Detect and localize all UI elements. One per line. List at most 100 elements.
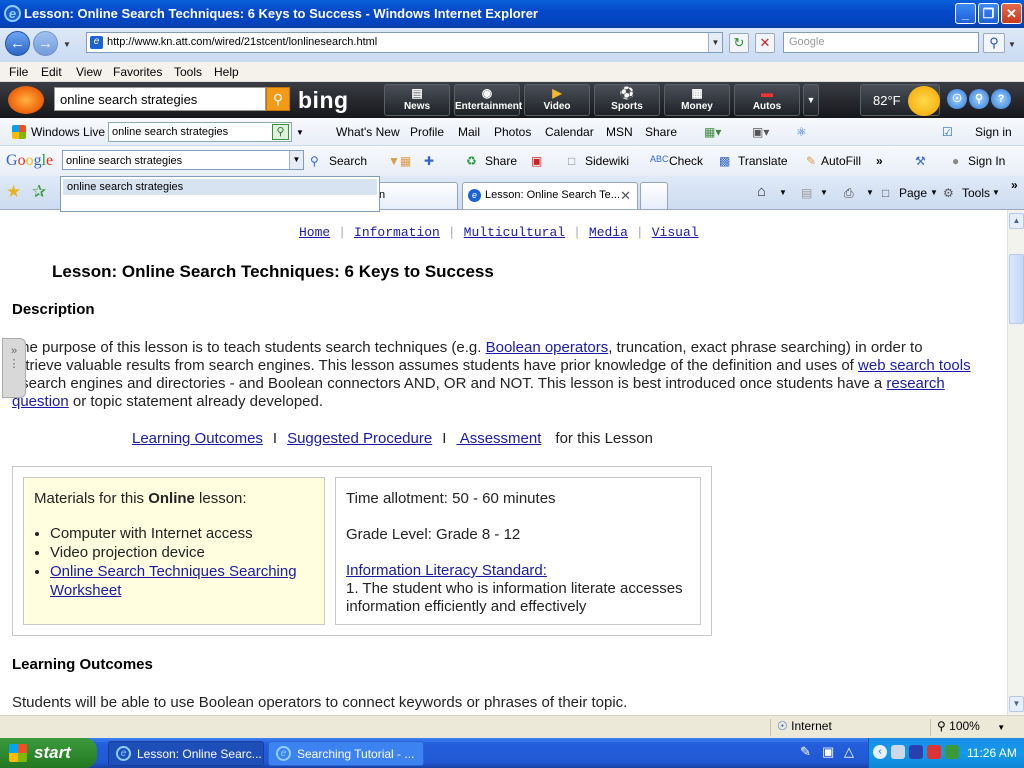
bing-tab-autos[interactable]: ▬ Autos bbox=[734, 84, 800, 116]
refresh-icon[interactable]: ↻ bbox=[729, 33, 749, 53]
add-favorites-icon[interactable]: ✰ bbox=[32, 182, 46, 202]
page-dropdown-icon[interactable]: ▼ bbox=[930, 188, 938, 197]
menu-help[interactable]: Help bbox=[214, 65, 239, 79]
suggested-procedure-link[interactable]: Suggested Procedure bbox=[287, 430, 432, 447]
google-translate-button[interactable]: Translate bbox=[738, 154, 788, 168]
search-box[interactable]: Google bbox=[783, 32, 979, 53]
msn-butterfly-icon[interactable] bbox=[8, 86, 44, 114]
history-dropdown-icon[interactable]: ▼ bbox=[60, 35, 74, 54]
google-search-input[interactable]: online search strategies ▼ bbox=[62, 150, 304, 170]
bing-more-dropdown-icon[interactable]: ▼ bbox=[803, 84, 819, 116]
google-settings-wrench-icon[interactable]: ⚒ bbox=[915, 154, 926, 168]
google-popup-blocker-icon[interactable]: ▣ bbox=[531, 154, 542, 168]
print-icon[interactable]: ⎙ bbox=[844, 186, 854, 201]
taskbar-item-searching-tutorial[interactable]: e Searching Tutorial - ... bbox=[268, 741, 424, 766]
feeds-icon[interactable]: ▤ bbox=[801, 186, 812, 200]
close-button[interactable]: ✕ bbox=[1001, 3, 1022, 24]
bing-tab-money[interactable]: ▦ Money bbox=[664, 84, 730, 116]
zoom-level[interactable]: ⚲ 100% ▼ bbox=[930, 719, 1020, 736]
bing-tab-video[interactable]: ▶ Video bbox=[524, 84, 590, 116]
new-tab-button[interactable] bbox=[640, 182, 668, 209]
bing-tab-news[interactable]: ▤ News bbox=[384, 84, 450, 116]
home-icon[interactable]: ⌂ bbox=[757, 183, 766, 200]
google-more-icon[interactable]: » bbox=[876, 154, 883, 168]
wl-link-mail[interactable]: Mail bbox=[458, 125, 480, 139]
tray-network-icon[interactable] bbox=[891, 745, 905, 759]
google-check-button[interactable]: Check bbox=[669, 154, 703, 168]
google-bookmark-icon[interactable]: ▼▦ bbox=[388, 154, 411, 168]
tools-menu[interactable]: Tools bbox=[962, 186, 990, 200]
bing-search-input[interactable]: online search strategies bbox=[54, 87, 266, 111]
google-sign-in[interactable]: Sign In bbox=[968, 154, 1005, 168]
tray-security-icon[interactable] bbox=[927, 745, 941, 759]
wl-checkbox-icon[interactable]: ☑ bbox=[942, 125, 953, 139]
nav-information[interactable]: Information bbox=[354, 225, 440, 240]
start-button[interactable]: start bbox=[0, 738, 97, 768]
information-literacy-standard-link[interactable]: Information Literacy Standard: bbox=[346, 562, 547, 579]
learning-outcomes-link[interactable]: Learning Outcomes bbox=[132, 430, 263, 447]
tools-dropdown-icon[interactable]: ▼ bbox=[992, 188, 1000, 197]
google-search-dropdown-icon[interactable]: ▼ bbox=[289, 151, 303, 169]
web-search-tools-link[interactable]: web search tools bbox=[858, 357, 971, 374]
assessment-link[interactable]: Assessment bbox=[456, 430, 542, 447]
zoom-dropdown-icon[interactable]: ▼ bbox=[997, 723, 1005, 732]
address-bar[interactable]: e http://www.kn.att.com/wired/21stcent/l… bbox=[86, 32, 723, 53]
quick-launch-icon[interactable]: ✎ bbox=[800, 744, 811, 760]
wl-link-msn[interactable]: MSN bbox=[606, 125, 633, 139]
tab-close-icon[interactable]: ✕ bbox=[620, 188, 631, 204]
tab-lesson-active[interactable]: e Lesson: Online Search Te... ✕ bbox=[462, 182, 638, 209]
windows-live-search-input[interactable]: online search strategies bbox=[108, 122, 292, 142]
home-dropdown-icon[interactable]: ▼ bbox=[779, 188, 787, 197]
scroll-down-icon[interactable]: ▼ bbox=[1009, 696, 1024, 712]
wl-translate-icon[interactable]: ⚛ bbox=[796, 125, 807, 139]
nav-media[interactable]: Media bbox=[589, 225, 628, 240]
search-options-icon[interactable]: ▼ bbox=[1005, 35, 1019, 54]
more-tools-icon[interactable]: » bbox=[1011, 178, 1018, 192]
search-icon[interactable]: ⚲ bbox=[983, 33, 1005, 53]
nav-visual[interactable]: Visual bbox=[652, 225, 699, 240]
globe-icon[interactable]: ☉ bbox=[947, 89, 967, 109]
google-share-button[interactable]: Share bbox=[485, 154, 517, 168]
bing-tab-sports[interactable]: ⚽ Sports bbox=[594, 84, 660, 116]
nav-home[interactable]: Home bbox=[299, 225, 330, 240]
help-icon[interactable]: ? bbox=[991, 89, 1011, 109]
bing-tab-entertainment[interactable]: ◉ Entertainment bbox=[454, 84, 522, 116]
tray-expand-icon[interactable]: ‹ bbox=[873, 745, 887, 759]
quick-launch-icon[interactable]: △ bbox=[844, 744, 854, 760]
taskbar-item-lesson[interactable]: e Lesson: Online Searc... bbox=[108, 741, 264, 766]
menu-view[interactable]: View bbox=[76, 65, 102, 79]
stop-icon[interactable]: ✕ bbox=[755, 33, 775, 53]
address-dropdown-icon[interactable]: ▼ bbox=[708, 33, 722, 52]
menu-favorites[interactable]: Favorites bbox=[113, 65, 162, 79]
google-search-button[interactable]: Search bbox=[329, 154, 367, 168]
windows-live-label[interactable]: Windows Live bbox=[31, 125, 105, 139]
suggestion-item[interactable]: online search strategies bbox=[63, 179, 377, 195]
google-autofill-button[interactable]: AutoFill bbox=[821, 154, 861, 168]
wl-link-calendar[interactable]: Calendar bbox=[545, 125, 594, 139]
back-button[interactable]: ← bbox=[5, 31, 30, 56]
wl-search-dropdown-icon[interactable]: ▼ bbox=[296, 128, 304, 137]
scroll-thumb[interactable] bbox=[1009, 254, 1024, 324]
nav-multicultural[interactable]: Multicultural bbox=[464, 225, 565, 240]
bing-logo[interactable]: bing bbox=[298, 87, 349, 114]
quick-launch-icon[interactable]: ▣ bbox=[822, 744, 834, 760]
wl-link-profile[interactable]: Profile bbox=[410, 125, 444, 139]
menu-tools[interactable]: Tools bbox=[174, 65, 202, 79]
tray-bluetooth-icon[interactable] bbox=[909, 745, 923, 759]
bing-search-button[interactable]: ⚲ bbox=[266, 87, 290, 111]
forward-button[interactable]: → bbox=[33, 31, 58, 56]
wl-tools-icon[interactable]: ▦▾ bbox=[704, 125, 721, 139]
wl-link-whats-new[interactable]: What's New bbox=[336, 125, 400, 139]
boolean-operators-link[interactable]: Boolean operators bbox=[486, 339, 609, 356]
wl-window-icon[interactable]: ▣▾ bbox=[752, 125, 769, 139]
feeds-dropdown-icon[interactable]: ▼ bbox=[820, 188, 828, 197]
windows-live-search-button[interactable]: ⚲ bbox=[272, 124, 289, 140]
security-zone[interactable]: ☉ Internet bbox=[770, 719, 930, 736]
wl-link-share[interactable]: Share bbox=[645, 125, 677, 139]
minimize-button[interactable]: _ bbox=[955, 3, 976, 24]
maximize-button[interactable]: ❐ bbox=[978, 3, 999, 24]
page-menu[interactable]: Page bbox=[899, 186, 927, 200]
wl-link-photos[interactable]: Photos bbox=[494, 125, 531, 139]
tray-volume-icon[interactable] bbox=[945, 745, 959, 759]
worksheet-link[interactable]: Online Search Techniques Searching Works… bbox=[50, 563, 297, 599]
